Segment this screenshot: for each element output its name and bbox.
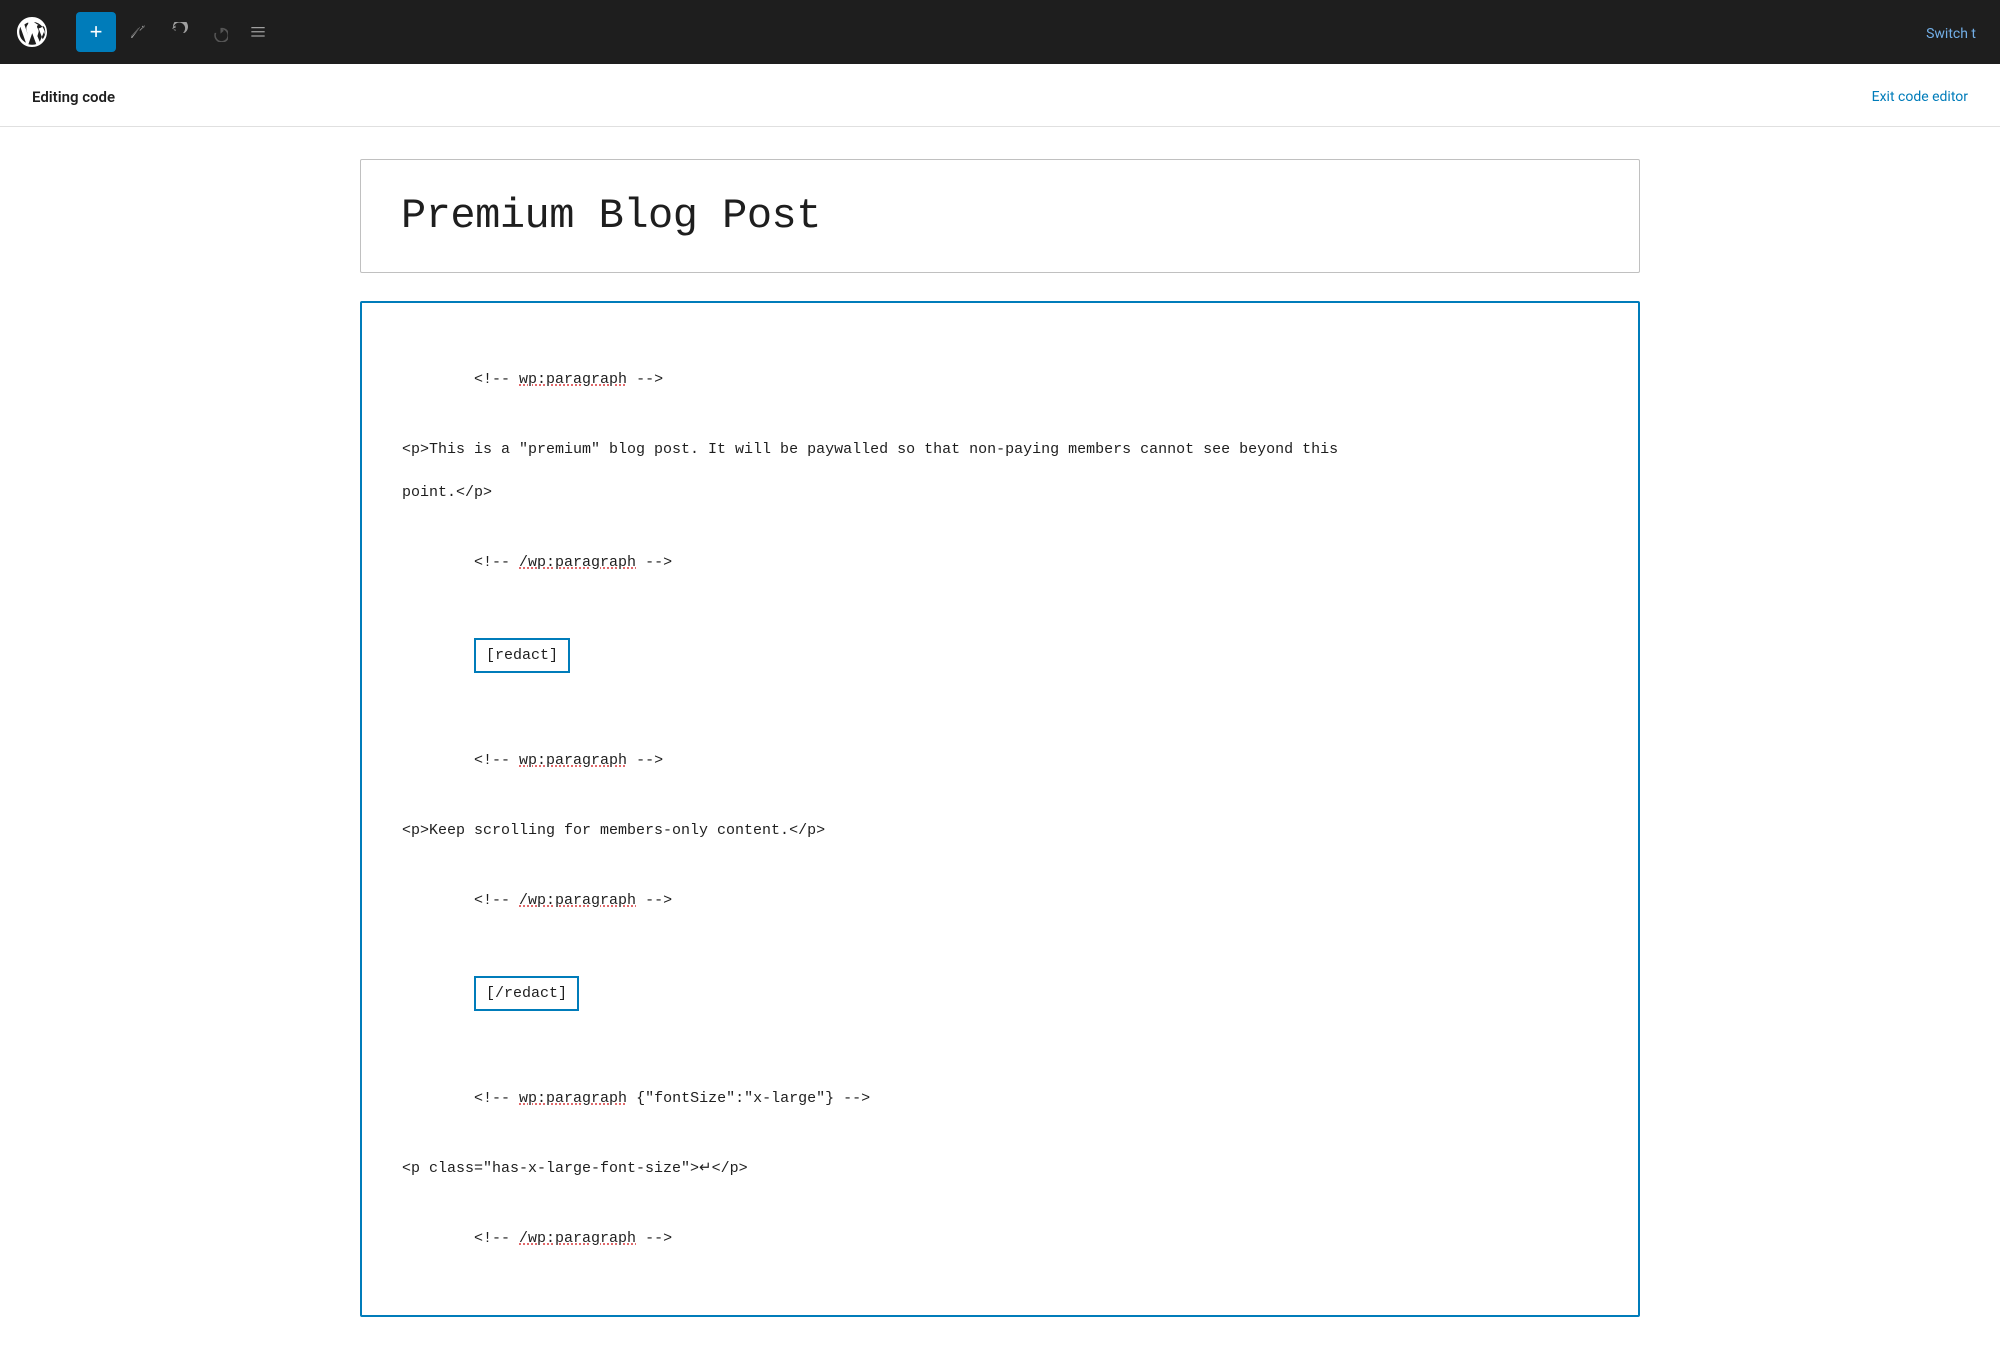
redact-shortcode: [redact] (474, 638, 570, 673)
code-line: <!-- wp:paragraph --> (402, 339, 1598, 420)
redo-icon (208, 22, 228, 42)
code-line: <!-- wp:paragraph {"fontSize":"x-large"}… (402, 1058, 1598, 1139)
code-line-empty (402, 708, 1598, 716)
wp-paragraph-close-tag-2: /wp:paragraph (519, 892, 636, 909)
pen-icon (129, 23, 147, 41)
comment-close: --> (636, 1230, 672, 1247)
code-line: <!-- /wp:paragraph --> (402, 1198, 1598, 1279)
editing-code-label: Editing code (32, 88, 115, 106)
comment-close: --> (636, 554, 672, 571)
undo-button[interactable] (160, 14, 196, 50)
code-line-empty (402, 805, 1598, 813)
close-redact-shortcode: [/redact] (474, 976, 579, 1011)
exit-code-editor-link[interactable]: Exit code editor (1872, 89, 1968, 105)
comment-open: <!-- (474, 554, 519, 571)
redact-shortcode-line: [redact] (402, 607, 1598, 704)
comment-close: --> (627, 752, 663, 769)
code-line: <p>Keep scrolling for members-only conte… (402, 817, 1598, 844)
wp-paragraph-close-tag-3: /wp:paragraph (519, 1230, 636, 1247)
toolbar: + Switch t (0, 0, 2000, 64)
code-line: <p class="has-x-large-font-size">↵</p> (402, 1155, 1598, 1182)
code-line: point.</p> (402, 479, 1598, 506)
list-view-button[interactable] (240, 14, 276, 50)
comment-close: --> (636, 892, 672, 909)
code-line-empty (402, 1143, 1598, 1151)
comment-close: {"fontSize":"x-large"} --> (627, 1090, 870, 1107)
code-editor-block[interactable]: <!-- wp:paragraph --> <p>This is a "prem… (360, 301, 1640, 1317)
comment-open: <!-- (474, 1090, 519, 1107)
toolbar-right: Switch t (1926, 23, 2000, 42)
sub-header: Editing code Exit code editor (0, 64, 2000, 127)
wp-paragraph-tag: wp:paragraph (519, 371, 627, 388)
code-line: <p>This is a "premium" blog post. It wil… (402, 436, 1598, 463)
pen-tool-button[interactable] (120, 14, 156, 50)
comment-close: --> (627, 371, 663, 388)
toolbar-actions: + (64, 12, 288, 52)
post-title[interactable]: Premium Blog Post (401, 192, 1599, 240)
code-line-empty (402, 848, 1598, 856)
code-line-empty (402, 424, 1598, 432)
wordpress-icon (14, 14, 50, 50)
comment-open: <!-- (474, 1230, 519, 1247)
code-line: <!-- wp:paragraph --> (402, 720, 1598, 801)
code-line: <!-- /wp:paragraph --> (402, 860, 1598, 941)
list-view-icon (248, 22, 268, 42)
redo-button[interactable] (200, 14, 236, 50)
code-line: <!-- /wp:paragraph --> (402, 522, 1598, 603)
comment-open: <!-- (474, 752, 519, 769)
add-block-button[interactable]: + (76, 12, 116, 52)
wp-paragraph-tag-3: wp:paragraph (519, 1090, 627, 1107)
code-content: <!-- wp:paragraph --> <p>This is a "prem… (402, 339, 1598, 1279)
main-content: Premium Blog Post <!-- wp:paragraph --> … (0, 127, 2000, 1349)
undo-icon (168, 22, 188, 42)
close-redact-shortcode-line: [/redact] (402, 945, 1598, 1042)
code-line-empty (402, 1186, 1598, 1194)
comment-open: <!-- (474, 371, 519, 388)
wp-paragraph-close-tag: /wp:paragraph (519, 554, 636, 571)
switch-to-link[interactable]: Switch t (1926, 26, 1976, 42)
code-line-empty (402, 467, 1598, 475)
code-line-empty (402, 510, 1598, 518)
wp-paragraph-tag-2: wp:paragraph (519, 752, 627, 769)
comment-open: <!-- (474, 892, 519, 909)
title-block: Premium Blog Post (360, 159, 1640, 273)
wp-logo[interactable] (0, 0, 64, 64)
code-line-empty (402, 1046, 1598, 1054)
